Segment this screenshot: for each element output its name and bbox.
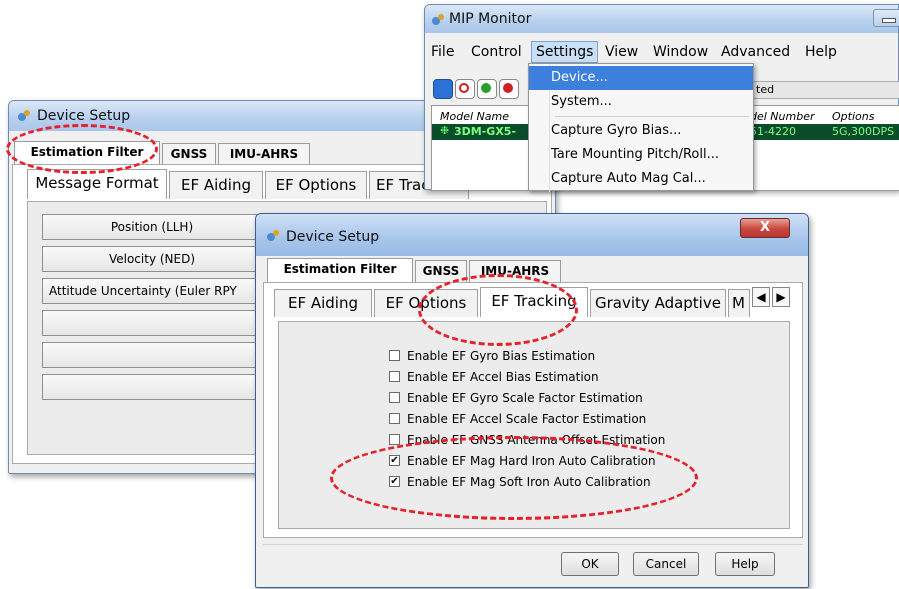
option-label: Enable EF Gyro Scale Factor Estimation: [407, 391, 643, 405]
menu-view[interactable]: View: [601, 41, 642, 63]
record-icon[interactable]: [477, 79, 497, 99]
window-title: Device Setup: [37, 108, 131, 124]
menu-advanced[interactable]: Advanced: [717, 41, 794, 63]
subtab-ef-options[interactable]: EF Options: [265, 171, 367, 199]
menu-window[interactable]: Window: [649, 41, 712, 63]
play-icon[interactable]: [433, 79, 453, 99]
toolbar: [433, 79, 523, 99]
minimize-icon: [882, 18, 896, 23]
checkbox[interactable]: [389, 371, 400, 382]
row-velocity-ned[interactable]: Velocity (NED): [42, 246, 262, 272]
option-label: Enable EF Gyro Bias Estimation: [407, 349, 596, 363]
row-attitude-uncertainty[interactable]: Attitude Uncertainty (Euler RPY: [42, 278, 262, 304]
option-label: Enable EF Accel Scale Factor Estimation: [407, 412, 647, 426]
menu-item-device[interactable]: Device...: [529, 66, 753, 90]
mip-monitor-window: MIP Monitor File Control Settings View W…: [424, 4, 899, 192]
app-icon: [267, 230, 279, 241]
cancel-button[interactable]: Cancel: [633, 552, 699, 576]
column-model-number: del Number: [750, 110, 815, 123]
titlebar: MIP Monitor: [425, 5, 899, 33]
subtab-ef-aiding[interactable]: EF Aiding: [274, 289, 372, 317]
option-label: Enable EF Accel Bias Estimation: [407, 370, 599, 384]
cell-model-number: 51-4220: [750, 125, 796, 138]
menu-settings[interactable]: Settings: [531, 41, 599, 63]
cell-options: 5G,300DPS: [832, 125, 895, 138]
settings-dropdown: Device... System... Capture Gyro Bias...…: [528, 63, 754, 192]
menu-help[interactable]: Help: [801, 41, 841, 63]
close-button[interactable]: X: [740, 218, 790, 238]
menu-item-tare-mounting[interactable]: Tare Mounting Pitch/Roll...: [529, 143, 753, 167]
titlebar: Device Setup X: [256, 214, 808, 256]
tab-imu-ahrs[interactable]: IMU-AHRS: [218, 143, 310, 165]
tab-scroll-right-icon[interactable]: ▶: [772, 287, 790, 307]
checkbox[interactable]: [389, 392, 400, 403]
checkbox[interactable]: [389, 413, 400, 424]
status-text: ted: [756, 83, 775, 96]
tab-scroll-left-icon[interactable]: ◀: [752, 287, 770, 307]
column-model-name: Model Name: [440, 110, 509, 123]
menubar: File Control Settings View Window Advanc…: [425, 41, 899, 63]
menu-separator: [555, 116, 749, 117]
column-options: Options: [832, 110, 875, 123]
row-empty[interactable]: [42, 310, 262, 336]
close-icon: X: [759, 220, 771, 235]
stop-icon[interactable]: [455, 79, 475, 99]
ok-button[interactable]: OK: [561, 552, 619, 576]
dialog-title: Device Setup: [286, 229, 380, 245]
tab-gnss[interactable]: GNSS: [162, 143, 216, 165]
row-position-llh[interactable]: Position (LLH): [42, 214, 262, 240]
menu-item-capture-gyro-bias[interactable]: Capture Gyro Bias...: [529, 119, 753, 143]
menu-item-system[interactable]: System...: [529, 90, 753, 114]
tab-estimation-filter[interactable]: Estimation Filter: [267, 258, 413, 282]
help-button[interactable]: Help: [715, 552, 775, 576]
status-field: ted: [751, 81, 899, 99]
device-status-icon: ❉: [440, 124, 450, 137]
subtab-ef-aiding[interactable]: EF Aiding: [169, 171, 263, 199]
cell-model-name: 3DM-GX5-: [454, 125, 517, 138]
window-title: MIP Monitor: [449, 11, 532, 27]
highlight-ellipse-mag-auto-calibration: [330, 436, 698, 520]
checkbox[interactable]: [389, 350, 400, 361]
row-empty[interactable]: [42, 374, 262, 400]
checkbox[interactable]: [389, 434, 400, 445]
menu-file[interactable]: File: [427, 41, 458, 63]
app-icon: [432, 14, 444, 25]
row-empty[interactable]: [42, 342, 262, 368]
highlight-ellipse-ef-tracking-tab: [418, 274, 578, 346]
highlight-ellipse-estimation-filter-tab: [6, 124, 158, 174]
device-setup-dialog: Device Setup X Estimation Filter GNSS IM…: [255, 213, 809, 588]
app-icon: [18, 110, 30, 121]
subtab-more[interactable]: M: [728, 289, 750, 317]
record-red-icon[interactable]: [499, 79, 519, 99]
minimize-button[interactable]: [873, 9, 899, 27]
subtab-gravity-adaptive[interactable]: Gravity Adaptive: [590, 289, 726, 317]
menu-item-capture-auto-mag-cal[interactable]: Capture Auto Mag Cal...: [529, 167, 753, 191]
menu-control[interactable]: Control: [467, 41, 526, 63]
